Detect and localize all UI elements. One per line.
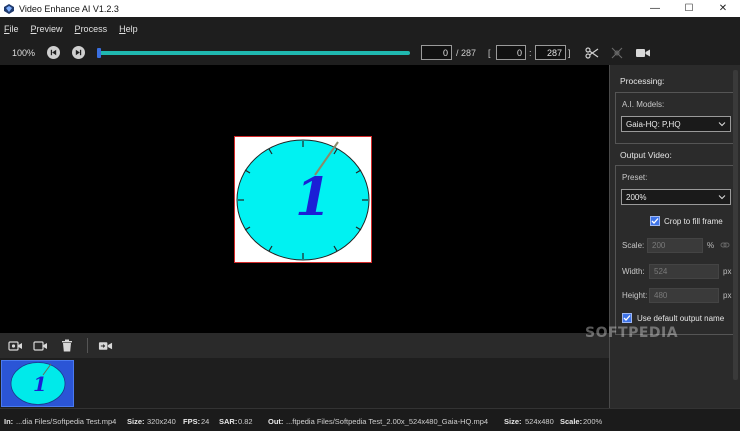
chevron-down-icon: [718, 195, 726, 200]
delete-button[interactable]: [59, 339, 74, 352]
chevron-down-icon: [718, 122, 726, 127]
skip-forward-button[interactable]: [72, 46, 85, 59]
clock-image: 1: [235, 137, 371, 262]
camera-button[interactable]: [33, 339, 48, 352]
range-start-input[interactable]: 0: [496, 45, 526, 60]
height-unit: px: [723, 291, 732, 300]
video-thumbnail[interactable]: 1: [1, 360, 74, 407]
status-sar-value: 0.82: [238, 417, 253, 426]
status-in-label: In:: [4, 417, 14, 426]
range-open-bracket: [: [488, 48, 491, 58]
add-video-icon: [8, 340, 22, 351]
height-input[interactable]: 480: [649, 288, 719, 303]
processing-heading: Processing:: [620, 76, 665, 86]
ai-model-value: Gaia-HQ: P,HQ: [626, 119, 681, 129]
timeline-slider[interactable]: [97, 48, 410, 58]
thumbnail-strip: 1: [0, 358, 609, 408]
export-video-icon: [98, 341, 113, 350]
menu-process[interactable]: Process: [75, 24, 108, 34]
range-close-bracket: ]: [568, 48, 571, 58]
range-separator: :: [529, 48, 532, 58]
status-out-size-value: 524x480: [525, 417, 554, 426]
clip-toolbar: [0, 333, 609, 358]
width-input[interactable]: 524: [649, 264, 719, 279]
status-size-label: Size:: [127, 417, 145, 426]
status-in-value: ...dia Files/Softpedia Test.mp4: [16, 417, 117, 426]
window-title: Video Enhance AI V1.2.3: [19, 3, 119, 14]
close-button[interactable]: ✕: [706, 0, 740, 17]
output-video-heading: Output Video:: [620, 150, 672, 160]
status-size-value: 320x240: [147, 417, 176, 426]
crop-checkbox[interactable]: [650, 216, 660, 226]
scissors-icon: [585, 47, 599, 59]
status-fps-value: 24: [201, 417, 210, 426]
thumbnail-numeral: 1: [33, 372, 47, 396]
skip-forward-icon: [75, 49, 82, 56]
app-logo-icon: [4, 3, 14, 14]
menu-file[interactable]: File: [4, 24, 19, 34]
status-scale-label: Scale:: [560, 417, 583, 426]
preset-select[interactable]: 200%: [621, 189, 731, 205]
preview-frame[interactable]: 1: [234, 136, 372, 263]
scale-label: Scale:: [622, 241, 645, 250]
checkmark-icon: [623, 315, 631, 321]
preset-label: Preset:: [622, 173, 648, 182]
status-out-label: Out:: [268, 417, 284, 426]
processing-group: A.I. Models: Gaia-HQ: P,HQ: [615, 92, 737, 144]
default-output-checkbox[interactable]: [622, 313, 632, 323]
ai-models-label: A.I. Models:: [622, 100, 665, 109]
menu-bar: File Preview Process Help: [0, 17, 740, 41]
status-bar: In: ...dia Files/Softpedia Test.mp4 Size…: [0, 408, 740, 431]
status-sar-label: SAR:: [219, 417, 238, 426]
default-output-label: Use default output name: [637, 314, 725, 323]
export-video-button[interactable]: [98, 339, 113, 352]
width-unit: px: [723, 267, 732, 276]
zoom-level: 100%: [12, 48, 36, 58]
toolbar-divider: [87, 338, 88, 353]
skip-back-button[interactable]: [47, 46, 60, 59]
clock-numeral: 1: [295, 167, 331, 228]
minimize-button[interactable]: —: [638, 0, 672, 17]
camera-icon: [33, 340, 47, 351]
video-camera-icon: [636, 49, 650, 57]
output-group: Preset: 200% Crop to fill frame Scale: 2…: [615, 165, 737, 335]
playback-toolbar: 100% 0 / 287 [ 0 : 287 ]: [0, 41, 740, 65]
checkmark-icon: [651, 218, 659, 224]
preset-value: 200%: [626, 192, 647, 202]
maximize-button[interactable]: ☐: [672, 0, 706, 17]
width-label: Width:: [622, 267, 645, 276]
ai-model-select[interactable]: Gaia-HQ: P,HQ: [621, 116, 731, 132]
total-frames: / 287: [456, 48, 477, 58]
status-out-size-label: Size:: [504, 417, 522, 426]
scale-unit: %: [707, 241, 715, 250]
add-video-button[interactable]: [8, 339, 23, 352]
title-bar: Video Enhance AI V1.2.3 — ☐ ✕: [0, 0, 740, 17]
crop-label: Crop to fill frame: [664, 217, 723, 226]
menu-preview[interactable]: Preview: [31, 24, 63, 34]
timeline-handle[interactable]: [97, 48, 101, 58]
settings-panel: Processing: A.I. Models: Gaia-HQ: P,HQ O…: [609, 65, 740, 408]
status-fps-label: FPS:: [183, 417, 201, 426]
trash-icon: [61, 339, 72, 352]
panel-scrollbar[interactable]: [733, 70, 738, 380]
timeline-track: [97, 51, 410, 55]
record-button[interactable]: [635, 45, 651, 61]
status-scale-value: 200%: [583, 417, 603, 426]
scale-input[interactable]: 200: [647, 238, 703, 253]
softpedia-watermark: SOFTPEDIA: [585, 325, 679, 341]
menu-help[interactable]: Help: [119, 24, 138, 34]
height-label: Height:: [622, 291, 648, 300]
split-button[interactable]: [609, 45, 625, 61]
range-end-input[interactable]: 287: [535, 45, 566, 60]
cut-button[interactable]: [584, 45, 600, 61]
link-icon[interactable]: [720, 240, 730, 250]
current-frame-input[interactable]: 0: [421, 45, 452, 60]
status-out-value: ...ftpedia Files/Softpedia Test_2.00x_52…: [286, 417, 489, 426]
split-icon: [611, 47, 623, 59]
video-preview-area[interactable]: 1: [0, 65, 609, 333]
thumbnail-image: 1: [2, 361, 73, 406]
skip-back-icon: [50, 49, 57, 56]
